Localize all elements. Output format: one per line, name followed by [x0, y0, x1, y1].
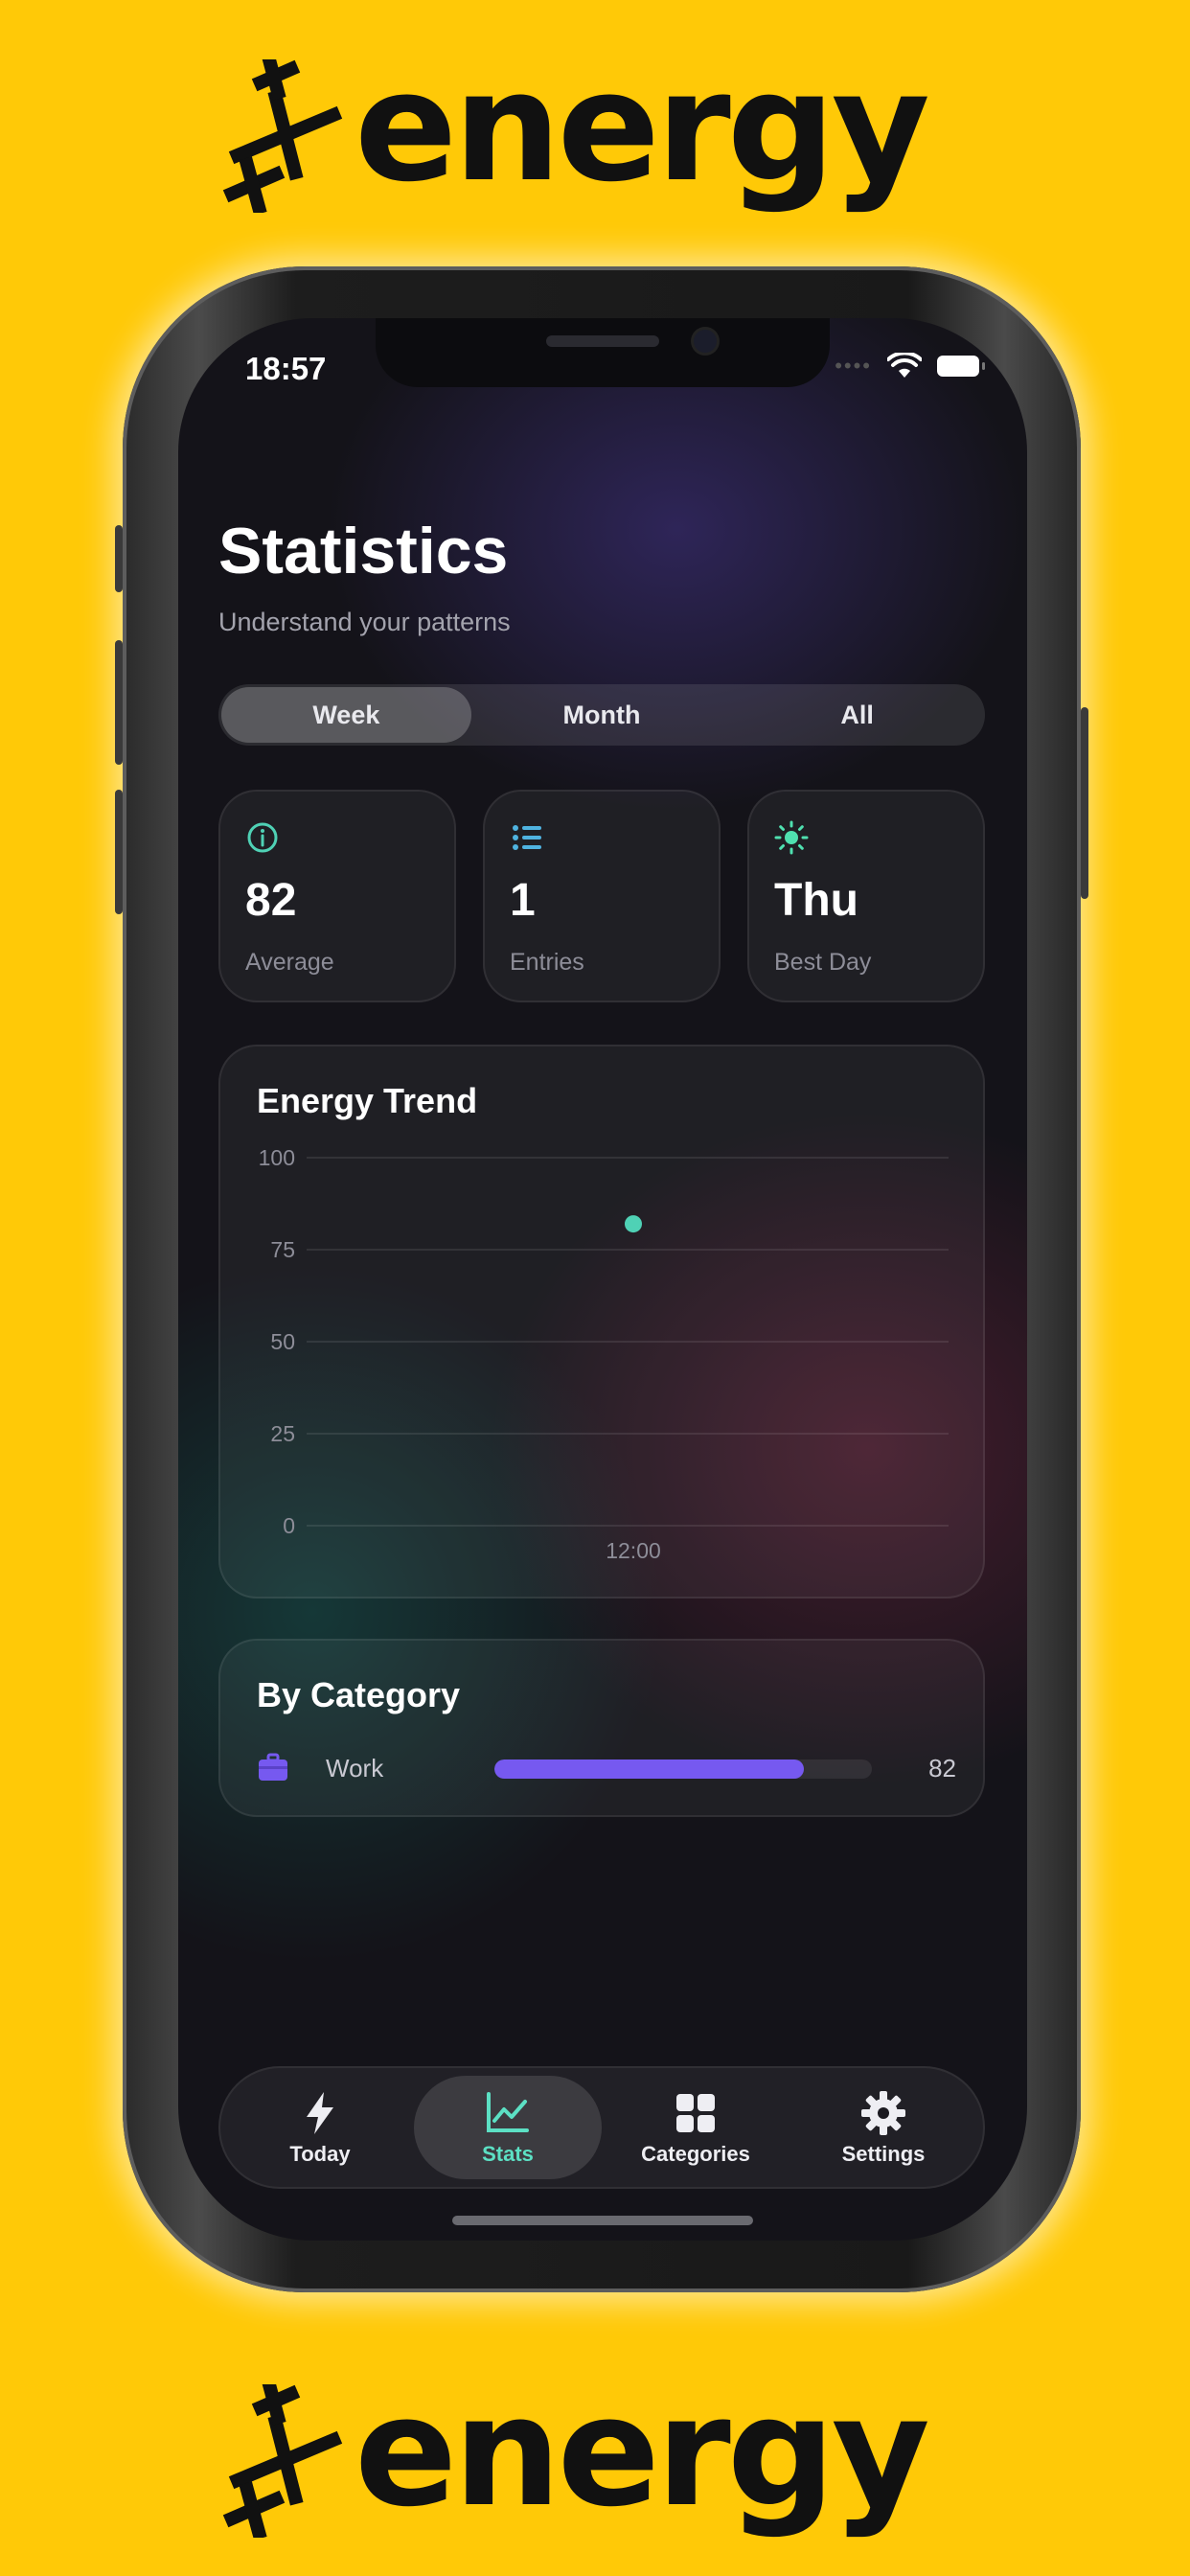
signal-dots-icon: •••• [835, 354, 872, 378]
stat-card-entries: 1 Entries [483, 790, 721, 1002]
bottom-tab-bar: Today Stats Categories Settings [218, 2066, 985, 2189]
phone-side-button [115, 525, 123, 592]
energy-trend-card: Energy Trend 100 75 50 25 0 12:00 [218, 1045, 985, 1598]
sparkle-logo-icon [222, 2384, 343, 2538]
category-progress-fill [494, 1760, 805, 1779]
stat-value: Thu [774, 875, 858, 926]
page-subtitle: Understand your patterns [218, 608, 511, 636]
tab-categories[interactable]: Categories [602, 2076, 790, 2179]
tab-settings[interactable]: Settings [790, 2076, 977, 2179]
phone-frame: 18:57 •••• Statistics Understand your pa… [115, 266, 1088, 2292]
battery-icon [937, 356, 985, 377]
phone-volume-up [115, 640, 123, 765]
brand-logo-top: energy [218, 52, 930, 213]
category-row[interactable]: Work 82 [257, 1750, 956, 1788]
gear-icon [861, 2091, 905, 2135]
phone-volume-down [115, 790, 123, 914]
briefcase-icon [259, 1753, 287, 1781]
category-name: Work [326, 1754, 384, 1782]
y-tick-label: 50 [270, 1329, 295, 1354]
grid-icon [676, 2094, 715, 2132]
status-time: 18:57 [245, 351, 327, 386]
tab-stats[interactable]: Stats [414, 2076, 602, 2179]
front-camera [694, 330, 717, 353]
energy-trend-chart: 100 75 50 25 0 12:00 [259, 1145, 949, 1563]
y-tick-label: 75 [270, 1237, 295, 1262]
home-indicator [452, 2216, 753, 2225]
data-point[interactable] [625, 1215, 642, 1233]
by-category-title: By Category [257, 1675, 461, 1714]
tab-label: Categories [641, 2142, 750, 2166]
stat-value: 1 [510, 875, 536, 926]
list-icon [513, 825, 541, 850]
y-tick-label: 0 [283, 1513, 295, 1538]
sun-icon [774, 820, 809, 855]
x-tick-label: 12:00 [606, 1538, 661, 1563]
notch [376, 318, 830, 387]
y-tick-label: 100 [259, 1145, 295, 1170]
brand-wordmark: energy [355, 2364, 930, 2541]
stat-label: Average [245, 949, 334, 976]
page-title: Statistics [218, 515, 509, 587]
speaker-grille [546, 335, 659, 347]
phone-power-button [1081, 707, 1088, 899]
tab-all[interactable]: All [732, 687, 982, 743]
stat-card-average: 82 Average [218, 790, 456, 1002]
category-progress-track [494, 1760, 872, 1779]
stat-label: Best Day [774, 949, 872, 976]
tab-week[interactable]: Week [221, 687, 471, 743]
stat-label: Entries [510, 949, 584, 976]
status-icons: •••• [835, 353, 985, 380]
tab-label: Today [289, 2142, 351, 2166]
tab-month[interactable]: Month [477, 687, 727, 743]
tab-label: Settings [841, 2142, 926, 2166]
tab-label: Stats [482, 2142, 534, 2166]
stat-value: 82 [245, 875, 297, 926]
stat-card-best-day: Thu Best Day [747, 790, 985, 1002]
info-icon [247, 822, 278, 853]
y-tick-label: 25 [270, 1421, 295, 1446]
app-screen: 18:57 •••• Statistics Understand your pa… [178, 318, 1027, 2241]
chart-icon [487, 2092, 529, 2132]
brand-logo-bottom: energy [218, 2377, 930, 2538]
tab-today[interactable]: Today [226, 2076, 414, 2179]
period-selector: Week Month All [218, 684, 985, 746]
brand-wordmark: energy [355, 39, 930, 216]
wifi-icon [887, 353, 922, 378]
bolt-icon [307, 2092, 333, 2134]
by-category-card: By Category Work 82 [218, 1639, 985, 1817]
sparkle-logo-icon [222, 59, 343, 213]
category-value: 82 [928, 1754, 956, 1782]
